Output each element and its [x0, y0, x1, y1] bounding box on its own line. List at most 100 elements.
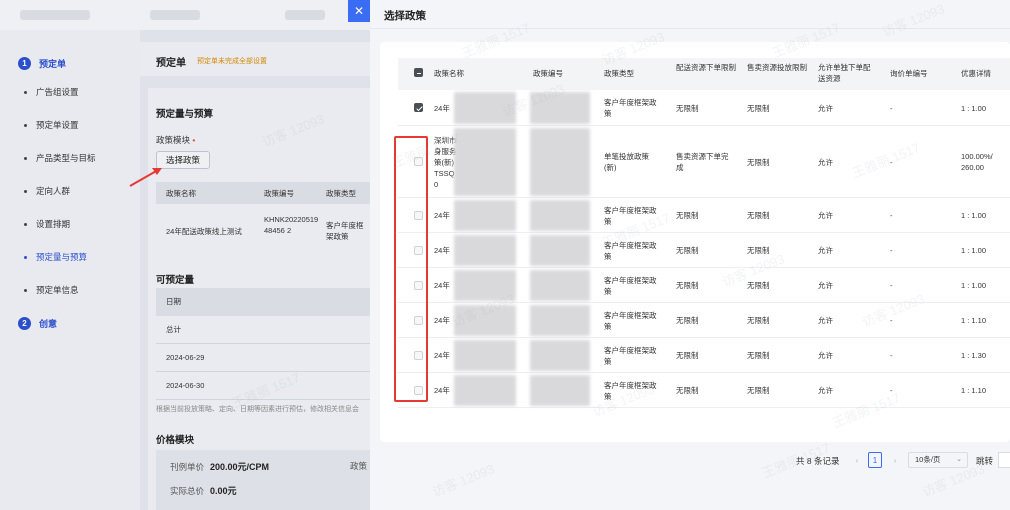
step-number: 2 — [18, 317, 31, 330]
estimate-note: 根据当前投放策略、定向、日期等因素进行预估，修改相关信息会 — [156, 406, 359, 413]
sidebar-item-label: 定向人群 — [36, 186, 71, 196]
table-cell-type: 客户年度框架政 策 — [604, 98, 657, 118]
table-cell-discount: 1 : 1.00 — [961, 103, 987, 113]
policy-module-label: 政策模块 • — [156, 134, 195, 146]
table-cell-allow: 允许 — [818, 316, 833, 325]
bullet-dot — [24, 255, 27, 259]
sidebar-item-schedule[interactable]: 设置排期 — [24, 218, 70, 230]
table-cell-type: 单笔投放政策 (新) — [604, 152, 649, 172]
bullet-dot — [24, 90, 27, 94]
table-header: 政策名称 政策编号 政策类型 配送资源下单限制 售卖资源投放限制 允许单独下单配… — [398, 58, 1010, 90]
table-cell-allow: 允许 — [818, 157, 833, 167]
table-cell-inquiry: - — [890, 246, 893, 255]
table-cell-delivery-limit: 无限制 — [676, 351, 699, 360]
page-size-select[interactable]: 10条/页 ⌄ — [908, 452, 968, 468]
table-row[interactable]: 24年KHN 948客户年度框架政 策无限制无限制允许-1 : 1.10 — [398, 303, 1010, 338]
step-number: 1 — [18, 57, 31, 70]
table-row[interactable]: 深圳市 身服务 策(新) TSSQ 0TSS 241单笔投放政策 (新)售卖资源… — [398, 126, 1010, 198]
table-cell-inquiry: - — [890, 351, 893, 360]
table-cell-allow: 允许 — [818, 246, 833, 255]
column-header-inquiry: 询价单编号 — [890, 69, 928, 78]
table-cell-sale-limit: 无限制 — [747, 246, 770, 255]
redacted-block — [530, 128, 590, 196]
step-2[interactable]: 2 创意 — [18, 317, 57, 330]
main-content: 预定单 预定单未完成全部设置 预定量与预算 政策模块 • 选择政策 政策名称 政… — [140, 30, 370, 510]
redacted-block — [454, 92, 516, 124]
table-cell: 客户年度框架政策 — [326, 221, 364, 241]
table-row[interactable]: 24年KHN 948客户年度框架政 策无限制无限制允许-1 : 1.10 — [398, 373, 1010, 408]
table-cell: 总计 — [166, 325, 181, 334]
table-cell-type: 客户年度框架政 策 — [604, 380, 657, 401]
redacted-block — [454, 375, 516, 406]
annotation-arrow-icon — [129, 168, 162, 187]
unit-price-value: 200.00元/CPM — [210, 462, 270, 472]
sidebar-item-order-info[interactable]: 预定单信息 — [24, 284, 79, 296]
step-1[interactable]: 1 预定单 — [18, 57, 66, 70]
table-cell-type: 客户年度框架政 策 — [604, 310, 657, 331]
column-header-name: 政策名称 — [434, 69, 464, 78]
redacted-block — [454, 235, 516, 266]
chevron-right-icon: › — [893, 455, 897, 465]
redacted-block — [530, 270, 590, 301]
column-header-sale-limit: 售卖资源投放限制 — [747, 63, 807, 72]
table-cell-inquiry: - — [890, 281, 893, 290]
price-policy-label: 政策 — [350, 461, 368, 471]
table-row: 2024-06-29 — [156, 344, 370, 372]
section-title-budget: 预定量与预算 — [156, 109, 214, 120]
bullet-dot — [24, 156, 27, 160]
table-cell: 2024-06-30 — [166, 381, 205, 390]
row-checkbox[interactable] — [414, 103, 423, 112]
table-cell-discount: 1 : 1.10 — [961, 316, 987, 325]
total-price-value: 0.00元 — [210, 486, 237, 496]
table-cell-inquiry: - — [890, 103, 893, 113]
table-row[interactable]: 24年KHN 948客户年度框架政 策无限制无限制允许-1 : 1.30 — [398, 338, 1010, 373]
table-row: 2024-06-30 — [156, 372, 370, 400]
redacted-block — [454, 305, 516, 336]
sidebar-item-targeting[interactable]: 定向人群 — [24, 185, 70, 197]
table-cell-type: 客户年度框架政 策 — [604, 240, 657, 261]
table-cell: 24年配送政策线上测试 — [166, 227, 242, 236]
chevron-down-icon: ⌄ — [956, 456, 962, 463]
table-cell-sale-limit: 无限制 — [747, 351, 770, 360]
redacted-block — [530, 200, 590, 231]
sidebar-item-budget[interactable]: 预定量与预算 — [24, 251, 87, 263]
select-all-checkbox[interactable] — [414, 68, 423, 77]
page-number-1[interactable]: 1 — [868, 452, 882, 468]
table-cell-inquiry: - — [890, 157, 893, 167]
pagination-total: 共 8 条记录 — [796, 456, 840, 466]
pagination: 共 8 条记录 ‹ 1 › 10条/页 ⌄ 跳转 — [380, 452, 1010, 470]
table-cell-sale-limit: 无限制 — [747, 157, 770, 167]
prev-page-button[interactable]: ‹ — [850, 452, 864, 468]
jump-input[interactable] — [998, 452, 1010, 468]
policy-table-panel: 政策名称 政策编号 政策类型 配送资源下单限制 售卖资源投放限制 允许单独下单配… — [380, 42, 1010, 468]
blurred-breadcrumb — [285, 10, 325, 20]
sidebar-item-order-settings[interactable]: 预定单设置 — [24, 119, 79, 131]
sidebar-item-label: 产品类型与目标 — [36, 153, 96, 163]
table-cell-discount: 1 : 1.00 — [961, 281, 987, 290]
background-top-bar — [0, 0, 370, 30]
table-cell-delivery-limit: 无限制 — [676, 316, 699, 325]
jump-label: 跳转 — [976, 456, 994, 466]
table-cell-delivery-limit: 售卖资源下单完 成 — [676, 152, 729, 172]
table-cell-sale-limit: 无限制 — [747, 211, 770, 220]
next-page-button[interactable]: › — [888, 452, 902, 468]
table-cell-allow: 允许 — [818, 351, 833, 360]
table-row[interactable]: 24年KHN 948客户年度框架政 策无限制无限制允许-1 : 1.00 — [398, 268, 1010, 303]
redacted-block — [530, 375, 590, 406]
sidebar-item-ad-group[interactable]: 广告组设置 — [24, 86, 79, 98]
bullet-dot — [24, 123, 27, 127]
table-row[interactable]: 24年KHN 948客户年度框架政 策无限制无限制允许-1 : 1.00 — [398, 233, 1010, 268]
table-cell-delivery-limit: 无限制 — [676, 246, 699, 255]
sidebar-item-product-type[interactable]: 产品类型与目标 — [24, 152, 96, 164]
table-row[interactable]: 24年KHN 948客户年度框架政 策无限制无限制允许-1 : 1.00 — [398, 198, 1010, 233]
sidebar-item-label: 预定单设置 — [36, 120, 79, 130]
table-cell-inquiry: - — [890, 386, 893, 395]
sidebar-item-label: 预定单信息 — [36, 285, 79, 295]
redacted-block — [454, 128, 516, 196]
table-row: 日期 — [156, 288, 370, 316]
unit-price-label: 刊例单价 — [170, 462, 205, 472]
table-cell-sale-limit: 无限制 — [747, 316, 770, 325]
table-row[interactable]: 24年KHN 948客户年度框架政 策无限制无限制允许-1 : 1.00 — [398, 90, 1010, 126]
table-cell-sale-limit: 无限制 — [747, 281, 770, 290]
close-drawer-button[interactable]: ✕ — [348, 0, 370, 22]
